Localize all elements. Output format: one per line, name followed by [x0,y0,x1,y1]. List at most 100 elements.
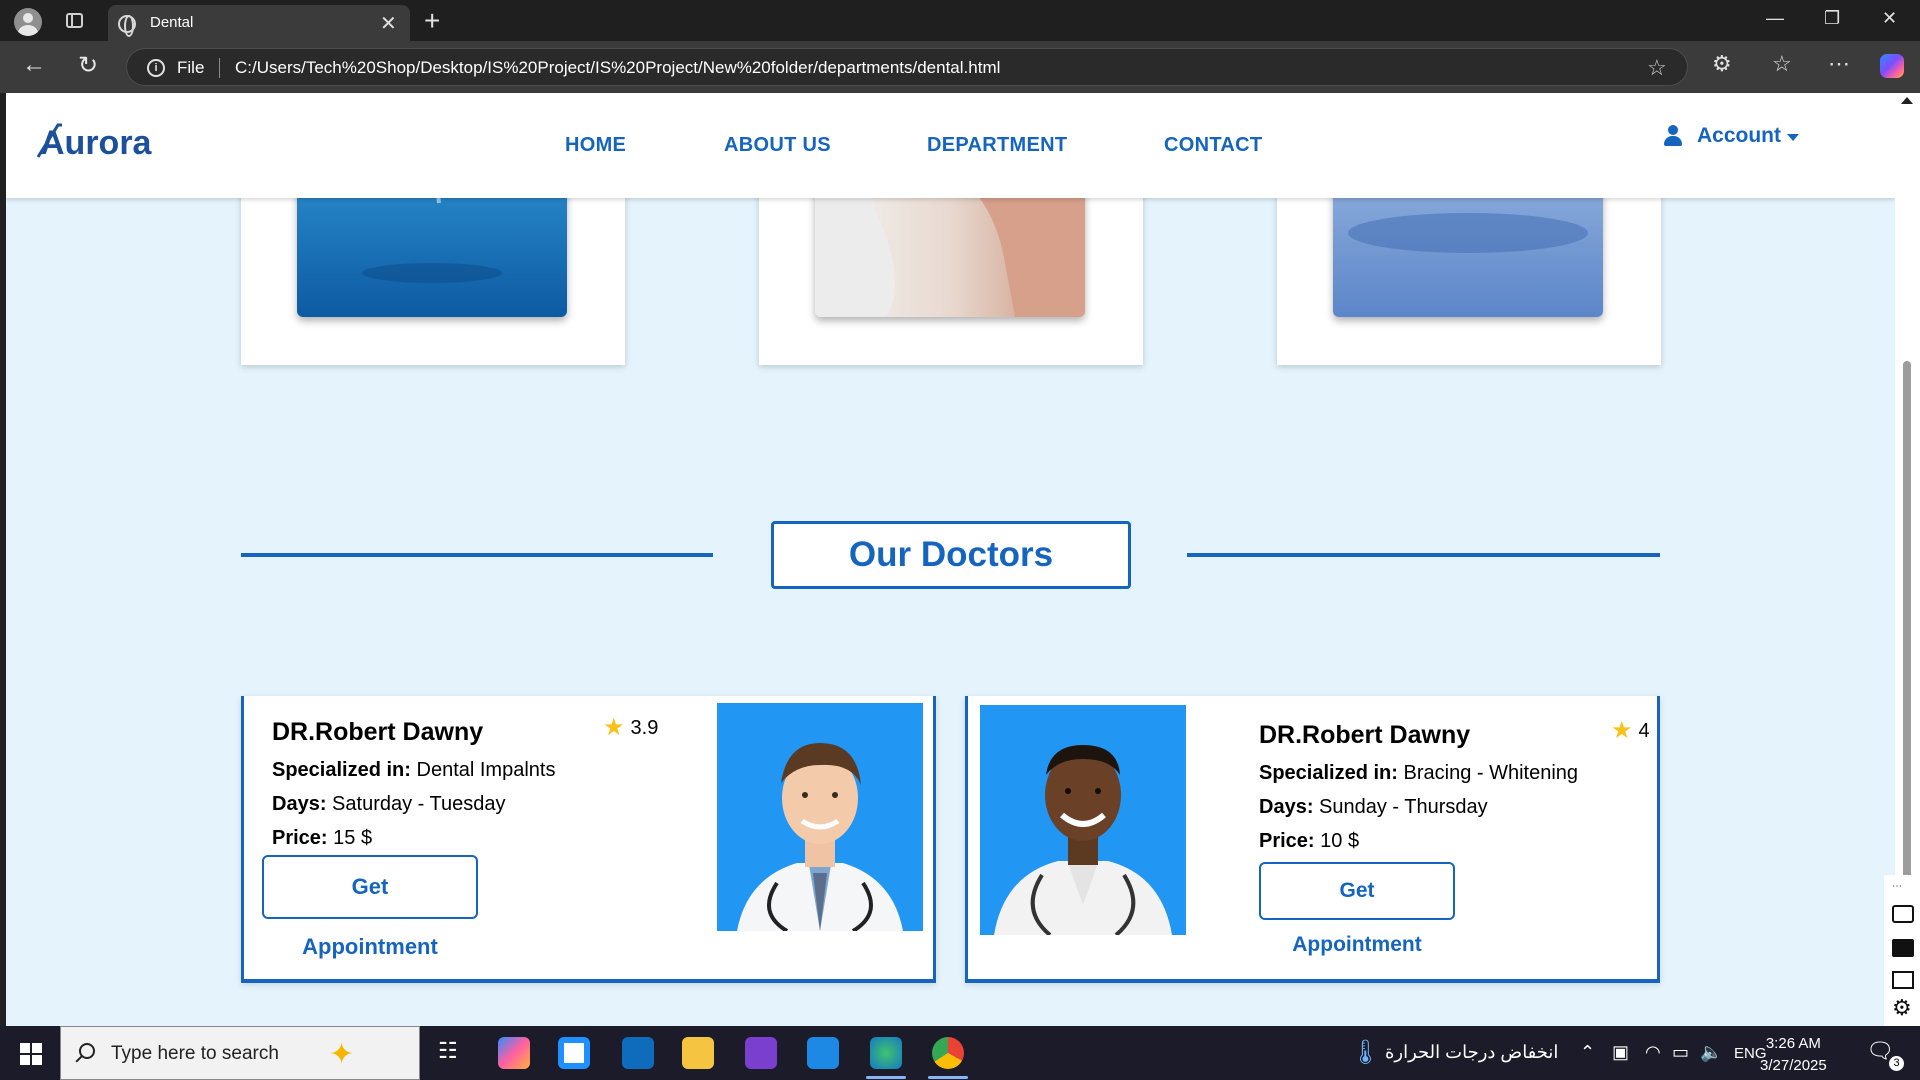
days-label: Days: [1259,796,1314,818]
section-divider-left [241,553,713,557]
browser-toolbar: ← ↻ i File C:/Users/Tech%20Shop/Desktop/… [0,41,1920,93]
chrome-app-icon[interactable] [932,1037,964,1069]
doctor-rating: ★ 3.9 [603,716,658,740]
get-appointment-button[interactable]: Get Appointment [262,855,478,959]
notification-count-badge: 3 [1889,1056,1904,1071]
doctor-price: Price: 15 $ [272,827,372,850]
nav-department-link[interactable]: DEPARTMENT [927,134,1067,157]
doctor-photo [717,703,923,931]
url-text[interactable]: C:/Users/Tech%20Shop/Desktop/IS%20Projec… [235,58,1000,78]
doctor-card: DR.Robert Dawny ★ 3.9 Specialized in: De… [241,696,936,983]
doctor-rating: ★ 4 [1611,719,1650,743]
page-viewport: Aurora HOME ABOUT US DEPARTMENT CONTACT … [6,93,1895,1026]
active-app-indicator [928,1076,968,1079]
address-bar[interactable]: i File C:/Users/Tech%20Shop/Desktop/IS%2… [126,48,1688,86]
profile-avatar-icon[interactable] [14,8,42,36]
active-app-indicator [866,1076,906,1079]
doctor-card: DR.Robert Dawny ★ 4 Specialized in: Brac… [965,696,1660,983]
outlook-app-icon[interactable] [622,1037,654,1069]
copilot-app-icon[interactable] [498,1037,530,1069]
file-explorer-icon[interactable] [682,1037,714,1069]
favorites-icon[interactable]: ☆ [1772,51,1792,77]
address-separator [219,58,220,78]
more-tools-icon[interactable]: ⋯ [1892,881,1914,892]
days-label: Days: [272,793,327,815]
star-icon: ★ [1611,717,1633,744]
account-menu[interactable]: Account [1663,121,1799,151]
windows-start-icon[interactable] [20,1043,42,1065]
globe-icon [118,15,136,37]
battery-icon[interactable]: ▭ [1672,1042,1689,1063]
camera-icon[interactable] [1892,905,1914,923]
price-label: Price: [1259,830,1315,852]
window-icon[interactable] [1892,971,1914,989]
days-value: Saturday - Tuesday [332,793,506,815]
nav-home-link[interactable]: HOME [565,134,626,157]
price-value: 10 $ [1320,830,1360,852]
meet-icon[interactable]: ▣ [1612,1042,1629,1063]
video-icon[interactable] [1892,939,1914,957]
rating-value: 3.9 [630,716,659,739]
vscode-icon[interactable] [807,1037,839,1069]
doctor-photo [980,705,1186,935]
browser-tab-bar: Dental ✕ + — ❐ ✕ [0,0,1920,41]
get-appointment-button[interactable]: Get Appointment [1259,862,1455,956]
specialized-value: Bracing - Whitening [1403,762,1579,784]
new-tab-button[interactable]: + [424,5,440,37]
extensions-icon[interactable]: ⚙ [1712,51,1732,77]
search-placeholder: Type here to search [111,1043,279,1064]
close-window-button[interactable]: ✕ [1882,8,1897,29]
system-clock[interactable]: 3:26 AM 3/27/2025 [1760,1033,1827,1077]
side-tools-panel: ⋯ ⚙ [1884,875,1920,1026]
store-app-icon[interactable] [558,1037,590,1069]
doctor-days: Days: Sunday - Thursday [1259,796,1488,819]
star-icon: ★ [603,714,625,741]
nav-about-link[interactable]: ABOUT US [724,134,831,157]
specialized-label: Specialized in: [272,759,411,781]
show-hidden-icons-icon[interactable]: ⌃ [1580,1042,1595,1063]
back-arrow-icon[interactable]: ← [22,51,46,79]
close-tab-icon[interactable]: ✕ [380,11,397,36]
rating-value: 4 [1638,719,1650,742]
favorite-star-icon[interactable]: ☆ [1647,55,1667,81]
more-menu-icon[interactable]: ⋯ [1828,51,1850,77]
aurora-logo[interactable]: Aurora [36,119,166,165]
caret-down-icon [1787,133,1799,141]
minimize-button[interactable]: — [1766,8,1784,29]
tab-actions-icon[interactable] [66,13,83,28]
section-title: Our Doctors [771,521,1131,589]
restore-button[interactable]: ❐ [1824,8,1840,29]
task-view-icon[interactable]: ☷ [438,1038,458,1064]
scroll-up-arrow-icon[interactable] [1901,97,1913,104]
user-icon [1663,125,1683,147]
account-label: Account [1697,124,1781,147]
windows-taskbar: Type here to search ✦ ☷ 🌡 انخفاض درجات ا… [0,1026,1920,1080]
copilot-icon[interactable] [1880,54,1904,78]
refresh-icon[interactable]: ↻ [78,51,98,80]
site-info-icon[interactable]: i [147,59,165,77]
settings-gear-icon[interactable]: ⚙ [1892,997,1914,1019]
doctor-name: DR.Robert Dawny [1259,721,1471,749]
browser-tab-dental[interactable]: Dental ✕ [108,5,410,41]
edge-app-icon[interactable] [870,1037,902,1069]
nav-contact-link[interactable]: CONTACT [1164,134,1262,157]
clock-date: 3/27/2025 [1760,1057,1827,1074]
tab-title: Dental [150,14,194,31]
file-scheme-label: File [177,58,205,77]
thermometer-icon[interactable]: 🌡 [1350,1038,1380,1067]
price-value: 15 $ [333,827,373,849]
specialized-label: Specialized in: [1259,762,1398,784]
search-icon [79,1043,95,1059]
taskbar-search[interactable]: Type here to search ✦ [60,1026,420,1080]
clock-time: 3:26 AM [1765,1035,1821,1052]
doctor-days: Days: Saturday - Tuesday [272,793,505,816]
doctor-specialization: Specialized in: Dental Impalnts [272,759,555,782]
visual-studio-icon[interactable] [745,1037,777,1069]
copilot-sparkle-icon: ✦ [329,1038,355,1071]
doctor-name: DR.Robert Dawny [272,718,484,746]
weather-text[interactable]: انخفاض درجات الحرارة [1385,1042,1558,1063]
site-header: Aurora HOME ABOUT US DEPARTMENT CONTACT … [6,93,1895,198]
days-value: Sunday - Thursday [1319,796,1488,818]
wifi-icon[interactable]: ◠ [1645,1042,1661,1063]
volume-icon[interactable]: 🔈 [1700,1042,1722,1063]
